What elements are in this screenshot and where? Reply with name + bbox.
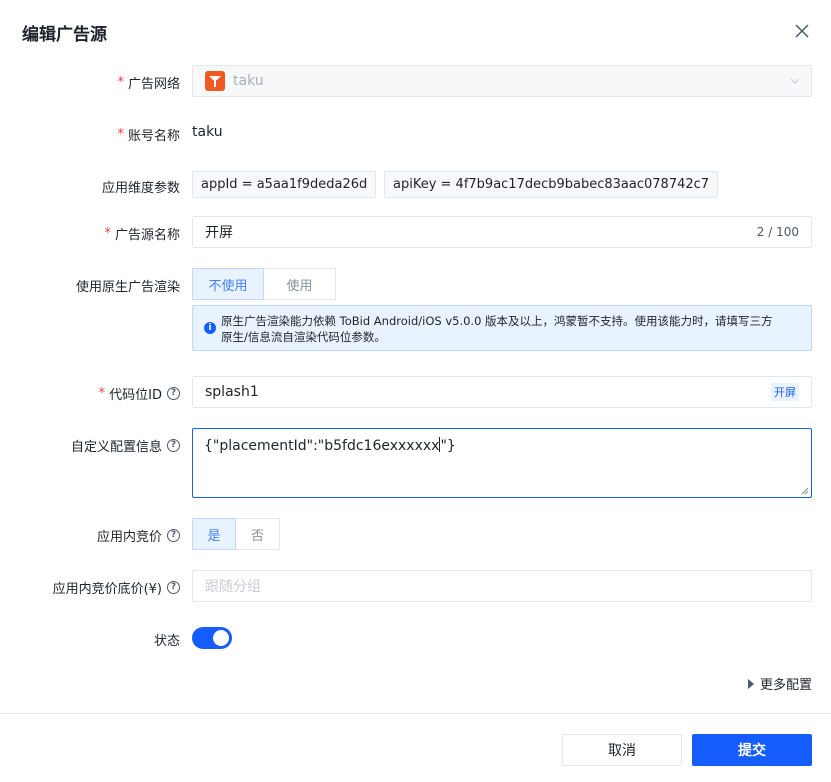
required-mark: * — [98, 386, 106, 401]
notice-line-1: 原生广告渲染能力依赖 ToBid Android/iOS v5.0.0 版本及以… — [221, 314, 773, 328]
question-circle-icon[interactable]: ? — [167, 529, 180, 542]
required-mark: * — [117, 75, 124, 90]
status-switch[interactable] — [192, 627, 232, 649]
placement-id-label: * 代码位ID? — [99, 384, 180, 403]
app-params-label: 应用维度参数 — [101, 181, 180, 196]
network-select[interactable]: taku — [192, 65, 812, 97]
floor-price-label: 应用内竞价底价(¥)? — [53, 578, 180, 597]
placement-id-value: splash1 — [205, 384, 259, 400]
native-render-notice: i 原生广告渲染能力依赖 ToBid Android/iOS v5.0.0 版本… — [192, 305, 812, 351]
bidding-label: 应用内竞价? — [97, 526, 180, 545]
caret-right-icon — [747, 678, 754, 689]
network-label: * 广告网络 — [117, 75, 180, 92]
floor-price-input[interactable]: 跟随分组 — [192, 570, 812, 602]
custom-config-value-start: {"placementId":"b5fdc16exxxxxx — [204, 438, 440, 454]
submit-button[interactable]: 提交 — [692, 734, 812, 766]
required-mark: * — [117, 127, 124, 142]
custom-config-label: 自定义配置信息? — [71, 436, 180, 455]
cancel-button[interactable]: 取消 — [562, 734, 682, 766]
more-config-label: 更多配置 — [759, 678, 812, 693]
native-render-toggle: 不使用 使用 — [192, 268, 336, 300]
char-count: 2 / 100 — [756, 225, 799, 239]
status-label: 状态 — [153, 634, 180, 649]
source-name-value: 开屏 — [205, 225, 233, 241]
api-key-param: apiKey = 4f7b9ac17decb9babec83aac078742c… — [384, 171, 719, 198]
info-icon: i — [204, 322, 216, 334]
resize-handle-icon[interactable] — [801, 487, 809, 495]
bidding-option-no[interactable]: 否 — [236, 518, 280, 550]
native-render-label: 使用原生广告渲染 — [75, 280, 180, 295]
edit-ad-source-dialog: 编辑广告源 * 广告网络 taku * 账号名称 taku 应用维度参数 appId… — [0, 0, 831, 782]
close-icon[interactable] — [792, 21, 812, 41]
footer-divider — [0, 713, 831, 714]
bidding-option-yes[interactable]: 是 — [192, 518, 236, 550]
question-circle-icon[interactable]: ? — [167, 439, 180, 452]
native-render-option-no[interactable]: 不使用 — [192, 268, 264, 300]
source-name-label: * 广告源名称 — [104, 226, 180, 243]
custom-config-textarea[interactable]: {"placementId":"b5fdc16exxxxxx"} — [192, 428, 812, 498]
notice-line-2: 原生/信息流自渲染代码位参数。 — [221, 330, 386, 344]
taku-logo-icon — [205, 71, 225, 91]
placement-id-input[interactable]: splash1 开屏 — [192, 376, 812, 408]
chevron-down-icon — [790, 78, 800, 84]
network-value: taku — [233, 73, 264, 89]
question-circle-icon[interactable]: ? — [167, 387, 180, 400]
account-label: * 账号名称 — [117, 127, 180, 144]
dialog-title: 编辑广告源 — [22, 25, 107, 45]
custom-config-value-end: "} — [440, 438, 456, 454]
account-value: taku — [192, 124, 223, 140]
source-name-input[interactable]: 开屏 2 / 100 — [192, 216, 812, 248]
question-circle-icon[interactable]: ? — [167, 581, 180, 594]
native-render-option-yes[interactable]: 使用 — [264, 268, 336, 300]
floor-price-placeholder: 跟随分组 — [205, 579, 261, 595]
app-id-param: appId = a5aa1f9deda26d — [192, 171, 377, 198]
more-config-toggle[interactable]: 更多配置 — [747, 674, 812, 693]
bidding-toggle: 是 否 — [192, 518, 280, 550]
ad-type-tag: 开屏 — [771, 383, 799, 401]
switch-knob — [213, 630, 229, 646]
required-mark: * — [104, 226, 111, 241]
